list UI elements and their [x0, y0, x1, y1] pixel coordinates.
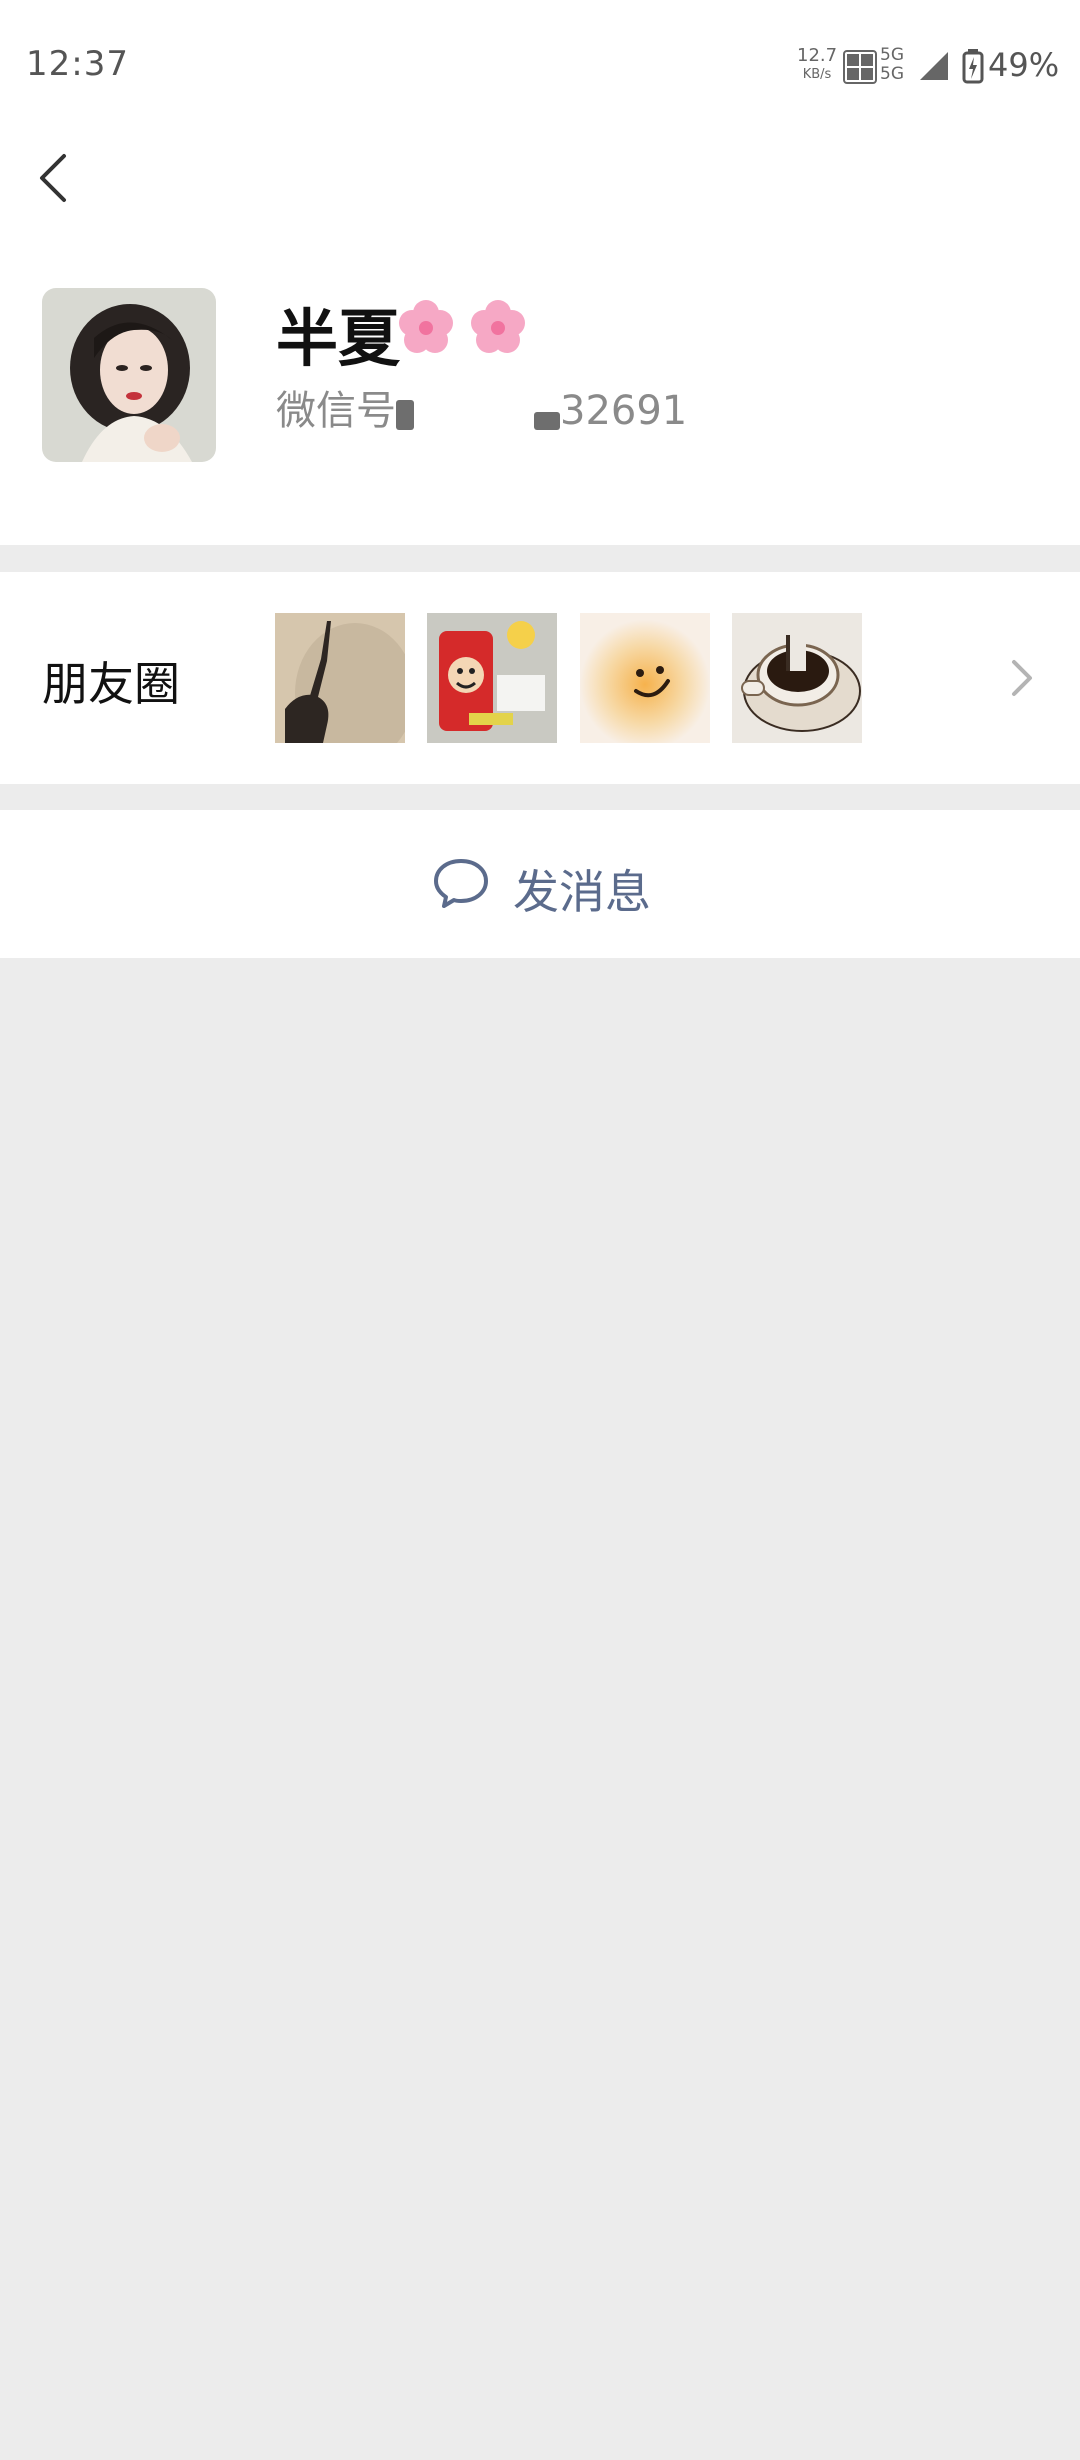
profile-name: 半夏 — [276, 302, 401, 375]
flower-icon — [471, 300, 525, 353]
network-speed: 12.7 KB/s — [797, 45, 838, 82]
chevron-right-icon — [1012, 660, 1032, 696]
avatar[interactable] — [42, 288, 216, 462]
send-message-label: 发消息 — [513, 865, 651, 919]
battery-percent: 49% — [988, 46, 1060, 84]
moments-thumbnail-coffee[interactable] — [732, 613, 862, 743]
wechat-id: 微信号 32691 — [276, 378, 687, 436]
moments-thumbnail-shadow[interactable] — [275, 613, 405, 743]
moments-thumbnail-drink[interactable] — [427, 613, 557, 743]
wechat-id-redaction — [396, 400, 414, 430]
network-speed-value: 12.7 — [797, 45, 838, 66]
wechat-id-redaction — [534, 412, 560, 430]
network-type: 5G 5G — [880, 46, 916, 84]
network-speed-unit: KB/s — [802, 67, 832, 82]
flower-emoji-pair — [399, 300, 525, 353]
hd-icon — [843, 50, 877, 84]
moments-thumbnail-smiley[interactable] — [580, 613, 710, 743]
network-type-top: 5G — [880, 45, 904, 65]
back-icon[interactable] — [28, 148, 78, 208]
wechat-id-label: 微信号 — [276, 388, 396, 434]
wechat-id-suffix: 32691 — [560, 388, 688, 434]
flower-icon — [399, 300, 453, 353]
battery-icon — [962, 49, 984, 84]
network-type-bottom: 5G — [880, 64, 904, 84]
status-time: 12:37 — [26, 44, 129, 84]
signal-icon — [920, 52, 948, 80]
chat-bubble-icon — [434, 859, 488, 908]
moments-label: 朋友圈 — [42, 657, 180, 711]
